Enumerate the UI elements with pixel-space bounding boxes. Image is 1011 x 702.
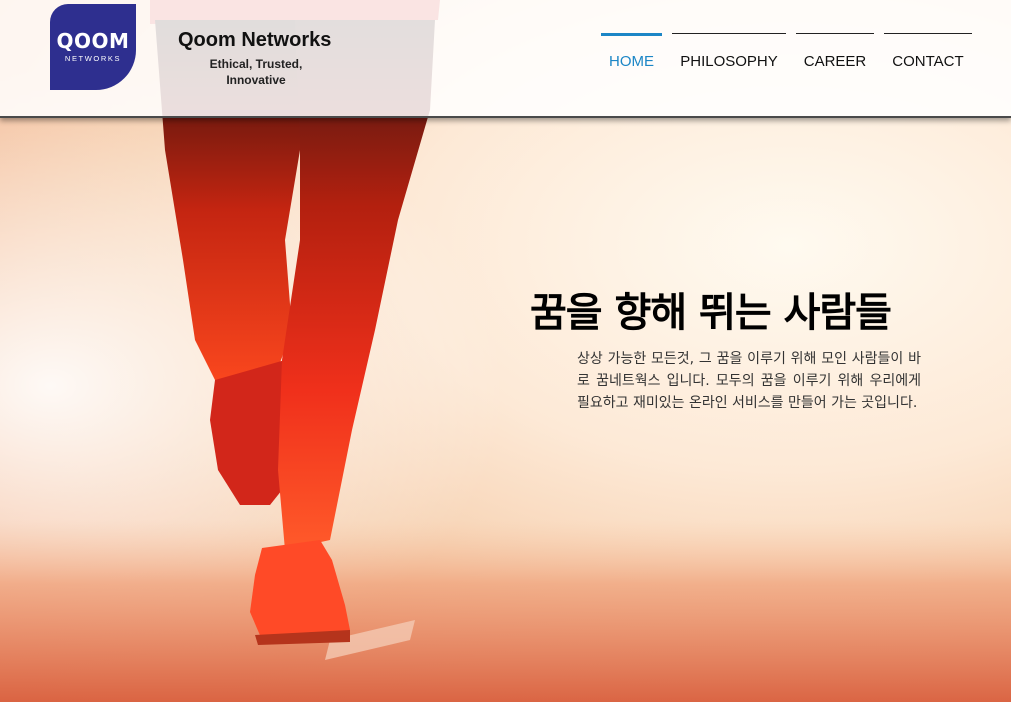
page: QOOM NETWORKS Qoom Networks Ethical, Tru… — [0, 0, 1011, 702]
nav-contact[interactable]: CONTACT — [884, 33, 972, 73]
nav-home[interactable]: HOME — [601, 33, 662, 73]
qoom-logo[interactable]: QOOM NETWORKS — [50, 4, 136, 90]
nav-career[interactable]: CAREER — [796, 33, 874, 73]
hero-description: 상상 가능한 모든것, 그 꿈을 이루기 위해 모인 사람들이 바로 꿈네트웍스… — [577, 351, 921, 411]
logo-subtext: NETWORKS — [64, 54, 122, 63]
logo-wordmark: QOOM — [56, 29, 130, 53]
hero-headline: 꿈을 향해 뛰는 사람들 — [530, 290, 892, 336]
nav-philosophy[interactable]: PHILOSOPHY — [672, 33, 786, 73]
site-header: QOOM NETWORKS Qoom Networks Ethical, Tru… — [0, 0, 1011, 118]
brand-tagline: Ethical, Trusted, Innovative — [209, 57, 303, 87]
brand-name[interactable]: Qoom Networks — [178, 29, 331, 52]
